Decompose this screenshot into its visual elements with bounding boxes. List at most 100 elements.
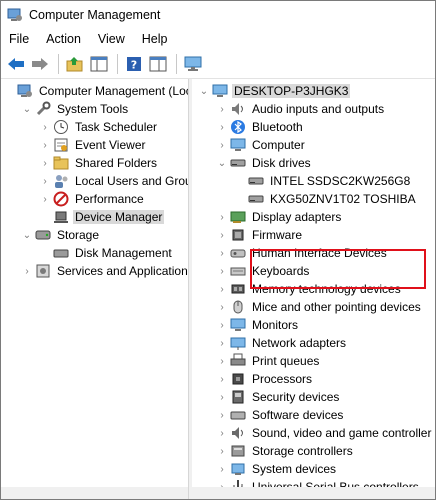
collapsed-chevron-icon[interactable]: ›: [39, 154, 51, 172]
tree-item-label: Storage: [57, 228, 100, 242]
bluetooth-icon: [230, 119, 246, 135]
up-folder-icon[interactable]: [64, 53, 86, 75]
menu-file[interactable]: File: [4, 32, 34, 46]
keyboard-icon: [230, 263, 246, 279]
tree-item[interactable]: Device Manager: [39, 208, 165, 226]
show-hide-tree-icon[interactable]: [88, 53, 110, 75]
tree-item[interactable]: › Task Scheduler: [39, 118, 159, 136]
tree-item[interactable]: › Shared Folders: [39, 154, 159, 172]
expanded-chevron-icon[interactable]: ⌄: [198, 82, 210, 100]
device-tree-item[interactable]: › System devices: [216, 460, 338, 478]
console-tree-pane[interactable]: Computer Management (Local ⌄ System Tools ›…: [1, 79, 189, 499]
back-arrow-icon[interactable]: [5, 53, 27, 75]
tree-item-label: Mice and other pointing devices: [252, 300, 421, 314]
expanded-chevron-icon[interactable]: ⌄: [216, 154, 228, 172]
disk-icon: [53, 245, 69, 261]
tree-item-label: Computer Management (Local: [39, 84, 189, 98]
tree-item[interactable]: › Performance: [39, 190, 146, 208]
tree-item-label: Software devices: [252, 408, 344, 422]
device-tree-item[interactable]: ⌄ Disk drives: [216, 154, 313, 172]
device-tree-item[interactable]: › Processors: [216, 370, 314, 388]
menu-action[interactable]: Action: [41, 32, 86, 46]
tree-item[interactable]: Disk Management: [39, 244, 174, 262]
folder-icon: [53, 155, 69, 171]
disk-drives-highlight-box: [250, 249, 426, 289]
device-tree-item[interactable]: ⌄ DESKTOP-P3JHGK3: [198, 82, 351, 100]
forward-arrow-icon[interactable]: [29, 53, 51, 75]
device-tree-item[interactable]: › Security devices: [216, 388, 341, 406]
device-tree-item[interactable]: › Display adapters: [216, 208, 343, 226]
security-icon: [230, 389, 246, 405]
system-device-icon: [230, 461, 246, 477]
expanded-chevron-icon[interactable]: ⌄: [21, 100, 33, 118]
help-icon[interactable]: ?: [123, 53, 145, 75]
collapsed-chevron-icon[interactable]: ›: [216, 280, 228, 298]
collapsed-chevron-icon[interactable]: ›: [216, 244, 228, 262]
collapsed-chevron-icon[interactable]: ›: [216, 442, 228, 460]
expanded-chevron-icon[interactable]: ⌄: [21, 226, 33, 244]
collapsed-chevron-icon[interactable]: ›: [216, 136, 228, 154]
device-tree-item[interactable]: › Monitors: [216, 316, 300, 334]
device-tree-item[interactable]: › Sound, video and game controller: [216, 424, 433, 442]
device-tree-item[interactable]: › Network adapters: [216, 334, 348, 352]
tree-item[interactable]: ⌄ System Tools: [21, 100, 130, 118]
tools-icon: [35, 101, 51, 117]
monitor-icon[interactable]: [182, 53, 204, 75]
tree-item-label: Audio inputs and outputs: [252, 102, 385, 116]
horizontal-scrollbar[interactable]: [1, 487, 188, 499]
computer-management-window: Computer Management File Action View Hel…: [0, 0, 436, 500]
tree-item-label: INTEL SSDSC2KW256G8: [270, 174, 411, 188]
tree-item[interactable]: › Local Users and Groups: [39, 172, 188, 190]
tree-item[interactable]: Computer Management (Local: [3, 82, 189, 100]
services-icon: [35, 263, 51, 279]
sound-icon: [230, 425, 246, 441]
tree-item-label: Local Users and Groups: [75, 174, 188, 188]
horizontal-scrollbar[interactable]: [192, 487, 435, 499]
collapsed-chevron-icon[interactable]: ›: [21, 262, 33, 280]
collapsed-chevron-icon[interactable]: ›: [39, 136, 51, 154]
collapsed-chevron-icon[interactable]: ›: [216, 262, 228, 280]
device-tree-item[interactable]: › Audio inputs and outputs: [216, 100, 386, 118]
collapsed-chevron-icon[interactable]: ›: [216, 352, 228, 370]
collapsed-chevron-icon[interactable]: ›: [39, 190, 51, 208]
device-tree-item[interactable]: › Firmware: [216, 226, 304, 244]
tree-item[interactable]: › Services and Applications: [21, 262, 188, 280]
device-tree-item[interactable]: KXG50ZNV1T02 TOSHIBA: [234, 190, 418, 208]
clock-icon: [53, 119, 69, 135]
collapsed-chevron-icon[interactable]: ›: [39, 172, 51, 190]
device-tree-item[interactable]: › Software devices: [216, 406, 345, 424]
collapsed-chevron-icon[interactable]: ›: [216, 208, 228, 226]
collapsed-chevron-icon[interactable]: ›: [216, 100, 228, 118]
disk-drive-icon: [248, 191, 264, 207]
collapsed-chevron-icon[interactable]: ›: [39, 118, 51, 136]
collapsed-chevron-icon[interactable]: ›: [216, 370, 228, 388]
collapsed-chevron-icon[interactable]: ›: [216, 388, 228, 406]
collapsed-chevron-icon[interactable]: ›: [216, 460, 228, 478]
tree-item[interactable]: ⌄ Storage: [21, 226, 101, 244]
device-tree-pane[interactable]: ⌄ DESKTOP-P3JHGK3 › Audio inputs and output…: [192, 79, 435, 499]
collapsed-chevron-icon[interactable]: ›: [216, 298, 228, 316]
properties-icon[interactable]: [147, 53, 169, 75]
tree-item-label: Disk Management: [75, 246, 172, 260]
device-tree-item[interactable]: › Mice and other pointing devices: [216, 298, 423, 316]
collapsed-chevron-icon[interactable]: ›: [216, 118, 228, 136]
collapsed-chevron-icon[interactable]: ›: [216, 406, 228, 424]
users-icon: [53, 173, 69, 189]
device-tree-item[interactable]: INTEL SSDSC2KW256G8: [234, 172, 412, 190]
device-tree-item[interactable]: › Bluetooth: [216, 118, 305, 136]
collapsed-chevron-icon[interactable]: ›: [216, 316, 228, 334]
collapsed-chevron-icon[interactable]: ›: [216, 226, 228, 244]
tree-item[interactable]: › Event Viewer: [39, 136, 147, 154]
collapsed-chevron-icon[interactable]: ›: [216, 424, 228, 442]
tree-item-label: Print queues: [252, 354, 320, 368]
menu-view[interactable]: View: [93, 32, 130, 46]
device-tree-item[interactable]: › Storage controllers: [216, 442, 355, 460]
processor-icon: [230, 371, 246, 387]
device-tree-item[interactable]: › Print queues: [216, 352, 321, 370]
disk-drive-icon: [230, 155, 246, 171]
collapsed-chevron-icon[interactable]: ›: [216, 334, 228, 352]
menu-help[interactable]: Help: [137, 32, 173, 46]
device-tree-item[interactable]: › Computer: [216, 136, 307, 154]
